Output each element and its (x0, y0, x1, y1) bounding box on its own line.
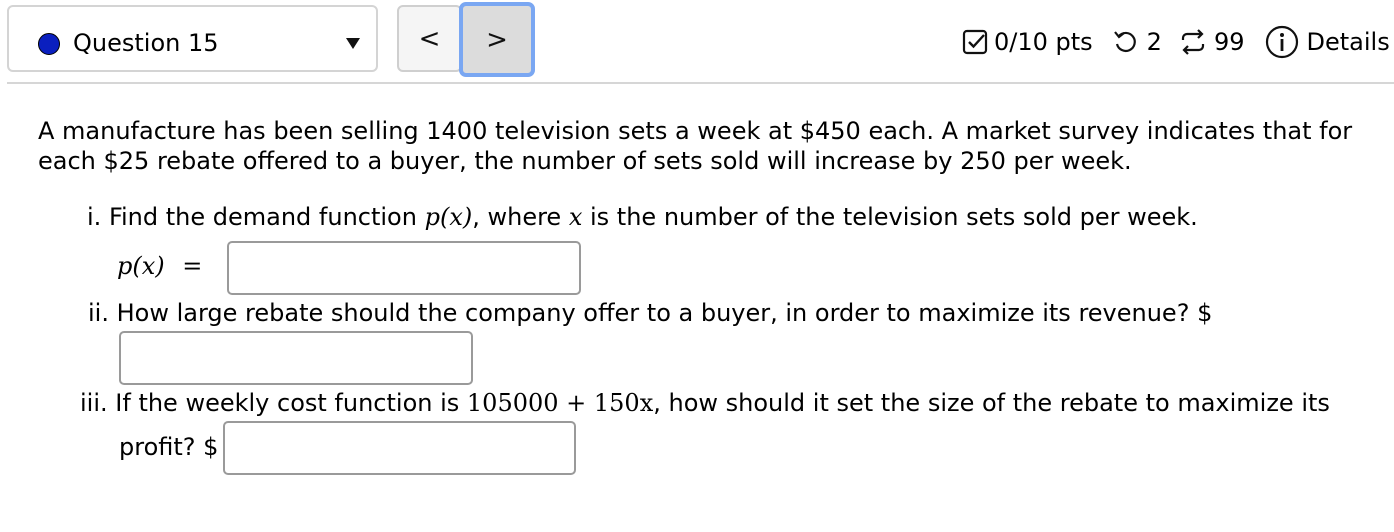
part-iii-text-b: , how should it set the size of the reba… (653, 389, 1330, 417)
chevron-right-icon: > (486, 24, 508, 55)
part-i-text-a: Find the demand function (108, 203, 425, 231)
retry-icon (1111, 28, 1139, 56)
question-status-bar: 0/10 pts 2 99 Details (962, 18, 1390, 66)
part-i-math-b: x (568, 203, 583, 231)
previous-question-button[interactable]: < (397, 5, 462, 72)
part-i-numeral: i. (87, 203, 102, 231)
problem-line-2: each $25 rebate offered to a buyer, the … (38, 147, 1132, 175)
details-button[interactable]: Details (1265, 25, 1390, 59)
part-iii-question: iii. If the weekly cost function is 1050… (80, 389, 1330, 417)
part-i-answer-eq: = (182, 252, 203, 280)
question-status-dot-icon (38, 33, 60, 55)
part-ii-question: ii. How large rebate should the company … (88, 299, 1212, 327)
part-i-math-a: p(x) (424, 203, 473, 231)
retries-count: 2 (1146, 28, 1162, 56)
attempts-icon (1178, 27, 1208, 57)
header-divider (7, 82, 1394, 84)
question-label: Question 15 (73, 29, 219, 57)
part-iii-numeral: iii. (80, 389, 108, 417)
next-question-button[interactable]: > (459, 2, 535, 77)
part-i-answer-label: p(x) = (117, 252, 202, 280)
checkbox-check-icon (962, 29, 988, 55)
points-text: 0/10 pts (994, 28, 1093, 56)
part-i-text-c: is the number of the television sets sol… (582, 203, 1198, 231)
part-iii-question-cont: profit? $ (119, 433, 219, 461)
info-icon (1265, 25, 1298, 59)
caret-down-icon (346, 38, 360, 49)
chevron-left-icon: < (418, 23, 441, 54)
part-ii-numeral: ii. (88, 299, 109, 327)
part-iii-math: 105000 + 150x (466, 389, 654, 417)
part-i-answer-lhs: p(x) (117, 252, 165, 280)
part-iii-answer-input[interactable] (223, 421, 576, 475)
part-ii-answer-input[interactable] (119, 331, 473, 385)
part-i-text-b: , where (472, 203, 569, 231)
part-ii-text: How large rebate should the company offe… (116, 299, 1213, 327)
part-iii-text-a: If the weekly cost function is (115, 389, 467, 417)
details-label: Details (1306, 28, 1390, 56)
part-i-answer-input[interactable] (227, 241, 581, 295)
problem-line-1: A manufacture has been selling 1400 tele… (38, 117, 1353, 145)
part-i-question: i. Find the demand function p(x), where … (87, 203, 1198, 231)
problem-statement: A manufacture has been selling 1400 tele… (38, 116, 1394, 176)
question-select[interactable]: Question 15 (7, 5, 378, 72)
attempts-count: 99 (1213, 28, 1245, 56)
